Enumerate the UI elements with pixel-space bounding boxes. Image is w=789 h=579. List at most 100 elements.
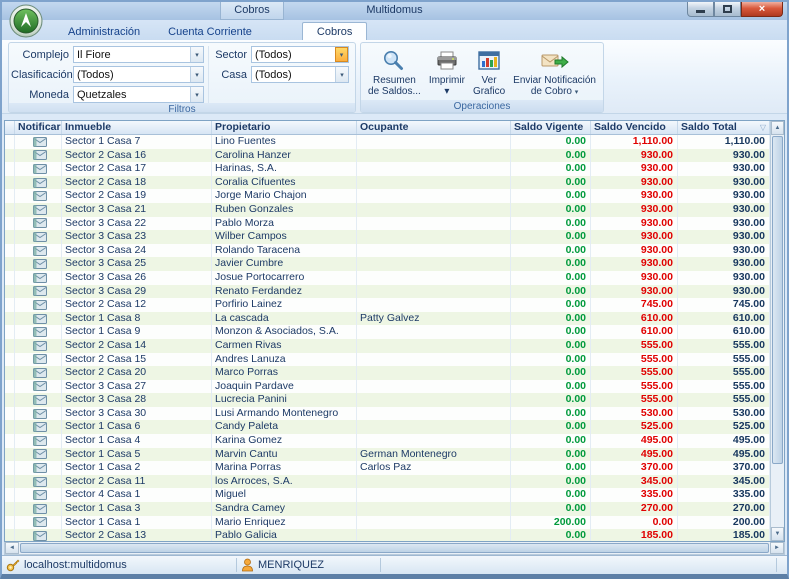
notificar-cell[interactable] bbox=[15, 353, 62, 367]
chevron-down-icon[interactable]: ▾ bbox=[190, 67, 203, 82]
notificar-cell[interactable] bbox=[15, 230, 62, 244]
notificar-cell[interactable] bbox=[15, 475, 62, 489]
notificar-cell[interactable] bbox=[15, 488, 62, 502]
table-row[interactable]: Sector 3 Casa 26 Josue Portocarrero 0.00… bbox=[5, 271, 770, 285]
table-row[interactable]: Sector 2 Casa 14 Carmen Rivas 0.00 555.0… bbox=[5, 339, 770, 353]
table-row[interactable]: Sector 1 Casa 1 Mario Enriquez 200.00 0.… bbox=[5, 516, 770, 530]
horizontal-scroll-thumb[interactable] bbox=[20, 543, 769, 553]
table-row[interactable]: Sector 1 Casa 6 Candy Paleta 0.00 525.00… bbox=[5, 420, 770, 434]
table-row[interactable]: Sector 3 Casa 24 Rolando Taracena 0.00 9… bbox=[5, 244, 770, 258]
horizontal-scrollbar[interactable]: ◄ ► bbox=[4, 542, 785, 555]
notificar-cell[interactable] bbox=[15, 448, 62, 462]
scroll-up-button[interactable]: ▲ bbox=[771, 121, 784, 135]
table-row[interactable]: Sector 4 Casa 1 Miguel 0.00 335.00 335.0… bbox=[5, 488, 770, 502]
complejo-combobox[interactable]: Il Fiore ▾ bbox=[73, 46, 204, 63]
table-row[interactable]: Sector 3 Casa 22 Pablo Morza 0.00 930.00… bbox=[5, 217, 770, 231]
column-header-saldo-total[interactable]: Saldo Total ▽ bbox=[678, 121, 770, 134]
table-row[interactable]: Sector 2 Casa 13 Pablo Galicia 0.00 185.… bbox=[5, 529, 770, 541]
table-row[interactable]: Sector 2 Casa 17 Harinas, S.A. 0.00 930.… bbox=[5, 162, 770, 176]
notificar-cell[interactable] bbox=[15, 407, 62, 421]
column-header-inmueble[interactable]: Inmueble bbox=[62, 121, 212, 134]
close-button[interactable]: × bbox=[741, 2, 783, 17]
table-row[interactable]: Sector 1 Casa 2 Marina Porras Carlos Paz… bbox=[5, 461, 770, 475]
table-row[interactable]: Sector 1 Casa 5 Marvin Cantu German Mont… bbox=[5, 448, 770, 462]
table-row[interactable]: Sector 3 Casa 23 Wilber Campos 0.00 930.… bbox=[5, 230, 770, 244]
notificar-cell[interactable] bbox=[15, 135, 62, 149]
notificar-cell[interactable] bbox=[15, 217, 62, 231]
table-row[interactable]: Sector 2 Casa 18 Coralia Cifuentes 0.00 … bbox=[5, 176, 770, 190]
scroll-left-button[interactable]: ◄ bbox=[5, 542, 19, 554]
saldo-vigente-cell: 0.00 bbox=[511, 257, 591, 271]
clasificacion-combobox[interactable]: (Todos) ▾ bbox=[73, 66, 204, 83]
table-row[interactable]: Sector 3 Casa 30 Lusi Armando Montenegro… bbox=[5, 407, 770, 421]
table-row[interactable]: Sector 3 Casa 28 Lucrecia Panini 0.00 55… bbox=[5, 393, 770, 407]
notificar-cell[interactable] bbox=[15, 176, 62, 190]
table-row[interactable]: Sector 3 Casa 21 Ruben Gonzales 0.00 930… bbox=[5, 203, 770, 217]
table-row[interactable]: Sector 2 Casa 20 Marco Porras 0.00 555.0… bbox=[5, 366, 770, 380]
tab-cobros[interactable]: Cobros bbox=[302, 22, 367, 40]
vertical-scroll-thumb[interactable] bbox=[772, 136, 783, 464]
ribbon-group-operaciones: Resumen de Saldos... Imprimir bbox=[360, 42, 604, 113]
notificar-cell[interactable] bbox=[15, 285, 62, 299]
resumen-de-saldos-button[interactable]: Resumen de Saldos... bbox=[365, 45, 424, 100]
tab-cuenta-corriente[interactable]: Cuenta Corriente bbox=[154, 23, 266, 40]
scroll-right-button[interactable]: ► bbox=[770, 542, 784, 554]
notificar-cell[interactable] bbox=[15, 257, 62, 271]
table-row[interactable]: Sector 2 Casa 15 Andres Lanuza 0.00 555.… bbox=[5, 353, 770, 367]
column-header-saldo-vencido[interactable]: Saldo Vencido bbox=[591, 121, 678, 134]
table-row[interactable]: Sector 2 Casa 19 Jorge Mario Chajon 0.00… bbox=[5, 189, 770, 203]
chevron-down-icon[interactable]: ▾ bbox=[190, 87, 203, 102]
notificar-cell[interactable] bbox=[15, 298, 62, 312]
sector-combobox[interactable]: (Todos) ▾ bbox=[251, 46, 349, 63]
notificar-cell[interactable] bbox=[15, 461, 62, 475]
minimize-button[interactable] bbox=[687, 2, 714, 17]
notificar-cell[interactable] bbox=[15, 339, 62, 353]
notificar-cell[interactable] bbox=[15, 162, 62, 176]
moneda-combobox[interactable]: Quetzales ▾ bbox=[73, 86, 204, 103]
notificar-cell[interactable] bbox=[15, 149, 62, 163]
imprimir-button[interactable]: Imprimir ▾ bbox=[426, 45, 468, 100]
casa-combobox[interactable]: (Todos) ▾ bbox=[251, 66, 349, 83]
table-row[interactable]: Sector 2 Casa 12 Porfirio Lainez 0.00 74… bbox=[5, 298, 770, 312]
filter-icon[interactable]: ▽ bbox=[760, 121, 766, 134]
application-menu-button[interactable] bbox=[9, 4, 43, 38]
notificar-cell[interactable] bbox=[15, 325, 62, 339]
table-row[interactable]: Sector 2 Casa 11 los Arroces, S.A. 0.00 … bbox=[5, 475, 770, 489]
table-row[interactable]: Sector 1 Casa 4 Karina Gomez 0.00 495.00… bbox=[5, 434, 770, 448]
column-header-ocupante[interactable]: Ocupante bbox=[357, 121, 511, 134]
notificar-cell[interactable] bbox=[15, 312, 62, 326]
column-header-propietario[interactable]: Propietario bbox=[212, 121, 357, 134]
table-row[interactable]: Sector 3 Casa 27 Joaquin Pardave 0.00 55… bbox=[5, 380, 770, 394]
notificar-cell[interactable] bbox=[15, 380, 62, 394]
vertical-scrollbar[interactable]: ▲ ▼ bbox=[770, 121, 784, 541]
table-row[interactable]: Sector 3 Casa 25 Javier Cumbre 0.00 930.… bbox=[5, 257, 770, 271]
column-header-notificar[interactable]: Notificar bbox=[15, 121, 62, 134]
notificar-cell[interactable] bbox=[15, 271, 62, 285]
chevron-down-icon[interactable]: ▾ bbox=[335, 47, 348, 62]
chevron-down-icon[interactable]: ▾ bbox=[190, 47, 203, 62]
maximize-button[interactable] bbox=[714, 2, 741, 17]
column-header-saldo-vigente[interactable]: Saldo Vigente bbox=[511, 121, 591, 134]
ver-grafico-button[interactable]: Ver Grafico bbox=[470, 45, 508, 100]
chevron-down-icon[interactable]: ▾ bbox=[335, 67, 348, 82]
table-row[interactable]: Sector 1 Casa 7 Lino Fuentes 0.00 1,110.… bbox=[5, 135, 770, 149]
notificar-cell[interactable] bbox=[15, 502, 62, 516]
table-row[interactable]: Sector 1 Casa 8 La cascada Patty Galvez … bbox=[5, 312, 770, 326]
table-row[interactable]: Sector 2 Casa 16 Carolina Hanzer 0.00 93… bbox=[5, 149, 770, 163]
ocupante-cell bbox=[357, 393, 511, 407]
table-row[interactable]: Sector 3 Casa 29 Renato Ferdandez 0.00 9… bbox=[5, 285, 770, 299]
scroll-down-button[interactable]: ▼ bbox=[771, 527, 784, 541]
notificar-cell[interactable] bbox=[15, 366, 62, 380]
notificar-cell[interactable] bbox=[15, 203, 62, 217]
notificar-cell[interactable] bbox=[15, 393, 62, 407]
notificar-cell[interactable] bbox=[15, 516, 62, 530]
table-row[interactable]: Sector 1 Casa 9 Monzon & Asociados, S.A.… bbox=[5, 325, 770, 339]
notificar-cell[interactable] bbox=[15, 244, 62, 258]
notificar-cell[interactable] bbox=[15, 420, 62, 434]
notificar-cell[interactable] bbox=[15, 189, 62, 203]
table-row[interactable]: Sector 1 Casa 3 Sandra Camey 0.00 270.00… bbox=[5, 502, 770, 516]
tab-administracion[interactable]: Administración bbox=[54, 23, 154, 40]
notificar-cell[interactable] bbox=[15, 434, 62, 448]
enviar-notificacion-button[interactable]: Enviar Notificación de Cobro ▾ bbox=[510, 45, 599, 100]
notificar-cell[interactable] bbox=[15, 529, 62, 541]
